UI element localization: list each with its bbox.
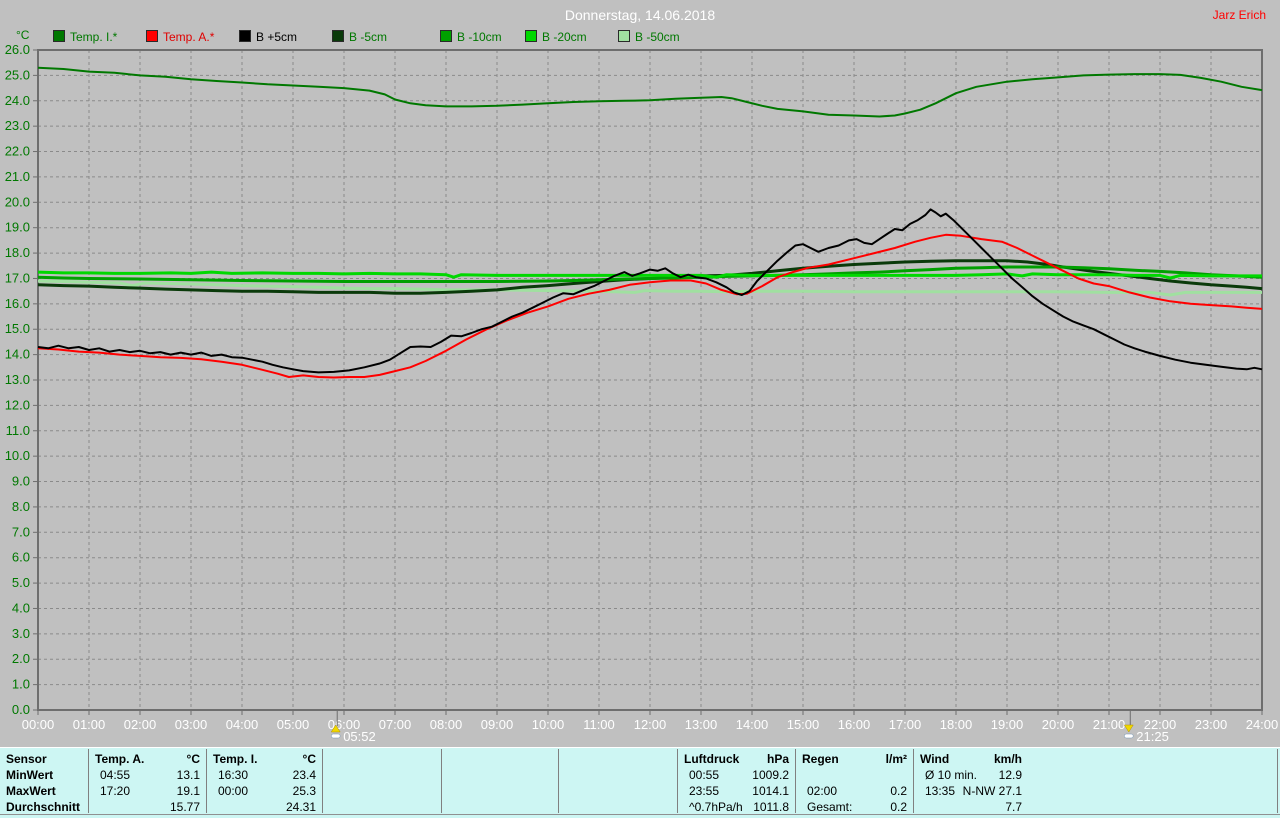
- x-axis-tick-label: 10:00: [532, 717, 565, 732]
- summary-column-divider: [558, 749, 559, 813]
- x-axis-tick-label: 14:00: [736, 717, 769, 732]
- y-axis-tick-label: 12.0: [5, 397, 30, 412]
- x-axis-tick-label: 09:00: [481, 717, 514, 732]
- summary-column-divider: [88, 749, 89, 813]
- sunrise-marker-icon: [330, 733, 341, 739]
- summary-column-divider: [795, 749, 796, 813]
- sunset-marker-icon: [1123, 724, 1134, 733]
- x-axis-tick-label: 16:00: [838, 717, 871, 732]
- summary-cell-value: N-NW 27.1: [962, 784, 1022, 798]
- y-axis-tick-label: 24.0: [5, 93, 30, 108]
- summary-header-unit: km/h: [993, 752, 1022, 766]
- x-axis-tick-label: 18:00: [940, 717, 973, 732]
- summary-bottom-line: [0, 814, 1280, 815]
- y-axis-tick-label: 10.0: [5, 448, 30, 463]
- y-axis-tick-label: 23.0: [5, 118, 30, 133]
- summary-column-divider: [206, 749, 207, 813]
- x-axis-tick-label: 12:00: [634, 717, 667, 732]
- y-axis-tick-label: 22.0: [5, 144, 30, 159]
- sunset-marker-time: 21:25: [1136, 729, 1169, 744]
- x-axis-tick-label: 01:00: [73, 717, 106, 732]
- series-line-b-5cm: [37, 259, 1263, 295]
- summary-row-label: Durchschnitt: [6, 800, 81, 814]
- summary-column-divider: [1277, 749, 1278, 813]
- summary-header-unit: °C: [186, 752, 200, 766]
- y-axis-tick-label: 7.0: [12, 524, 30, 539]
- summary-cell-value: 0.2: [890, 784, 907, 798]
- y-axis-tick-label: 1.0: [12, 677, 30, 692]
- summary-cell-value: 0.2: [890, 800, 907, 814]
- summary-cell-value: 25.3: [292, 784, 316, 798]
- y-axis-tick-label: 19.0: [5, 220, 30, 235]
- y-axis-tick-label: 17.0: [5, 270, 30, 285]
- x-axis-tick-label: 08:00: [430, 717, 463, 732]
- summary-cell-value: 24.31: [285, 800, 316, 814]
- x-axis-tick-label: 13:00: [685, 717, 718, 732]
- summary-cell-value: 15.77: [169, 800, 200, 814]
- summary-row-label: MaxWert: [6, 784, 56, 798]
- summary-cell-value: 23.4: [292, 768, 316, 782]
- y-axis-tick-label: 2.0: [12, 651, 30, 666]
- x-axis-tick-label: 24:00: [1246, 717, 1279, 732]
- y-axis-tick-label: 21.0: [5, 169, 30, 184]
- x-axis-tick-label: 04:00: [226, 717, 259, 732]
- y-axis-tick-label: 6.0: [12, 550, 30, 565]
- summary-cell-value: 19.1: [176, 784, 200, 798]
- y-axis-tick-label: 25.0: [5, 67, 30, 82]
- summary-cell-value: 1011.8: [753, 800, 789, 814]
- x-axis-tick-label: 15:00: [787, 717, 820, 732]
- y-axis-tick-label: 5.0: [12, 575, 30, 590]
- summary-cell-value: 7.7: [1005, 800, 1022, 814]
- summary-table: Sensor MinWert MaxWert Durchschnitt Temp. A.…: [0, 747, 1280, 818]
- summary-cell-value: 1009.2: [752, 768, 789, 782]
- y-axis-tick-label: 3.0: [12, 626, 30, 641]
- x-axis-tick-label: 23:00: [1195, 717, 1228, 732]
- y-axis-tick-label: 14.0: [5, 347, 30, 362]
- x-axis-tick-label: 20:00: [1042, 717, 1075, 732]
- y-axis-tick-label: 13.0: [5, 372, 30, 387]
- y-axis-tick-label: 8.0: [12, 499, 30, 514]
- x-axis-tick-label: 21:00: [1093, 717, 1126, 732]
- summary-row-label: MinWert: [6, 768, 54, 782]
- x-axis-tick-label: 19:00: [991, 717, 1024, 732]
- x-axis-tick-label: 07:00: [379, 717, 412, 732]
- summary-header-unit: °C: [302, 752, 316, 766]
- y-axis-tick-label: 0.0: [12, 702, 30, 717]
- y-axis-tick-label: 4.0: [12, 600, 30, 615]
- x-axis-tick-label: 03:00: [175, 717, 208, 732]
- summary-cell-value: 1014.1: [752, 784, 789, 798]
- summary-column-divider: [677, 749, 678, 813]
- summary-row-label: Sensor: [6, 752, 47, 766]
- x-axis-tick-label: 05:00: [277, 717, 310, 732]
- summary-column-divider: [322, 749, 323, 813]
- summary-header-unit: l/m²: [885, 752, 907, 766]
- y-axis-tick-label: 9.0: [12, 474, 30, 489]
- summary-cell-value: 12.9: [998, 768, 1022, 782]
- x-axis-tick-label: 11:00: [583, 717, 615, 732]
- temperature-chart: 0.0 1.0 2.0 3.0 4.0 5.0 6.0 7.0 8.0 9.0 10.0 11.0 12…: [5, 42, 1279, 744]
- y-axis-tick-label: 11.0: [6, 423, 30, 438]
- sunset-marker-icon: [1124, 733, 1134, 739]
- summary-header-unit: hPa: [766, 752, 789, 766]
- x-axis-tick-label: 17:00: [889, 717, 922, 732]
- summary-cell-value: 13.1: [176, 768, 200, 782]
- y-axis-tick-label: 20.0: [5, 194, 30, 209]
- summary-column-divider: [913, 749, 914, 813]
- sunrise-marker-time: 05:52: [343, 729, 376, 744]
- y-axis-tick-label: 26.0: [5, 42, 30, 57]
- x-axis-tick-label: 02:00: [124, 717, 157, 732]
- weather-day-view: { "header": { "title": "Donnerstag, 14.0…: [0, 0, 1280, 818]
- summary-column-divider: [441, 749, 442, 813]
- x-axis-tick-label: 00:00: [22, 717, 55, 732]
- y-axis-tick-label: 18.0: [5, 245, 30, 260]
- y-axis-tick-label: 15.0: [5, 321, 30, 336]
- y-axis-tick-label: 16.0: [5, 296, 30, 311]
